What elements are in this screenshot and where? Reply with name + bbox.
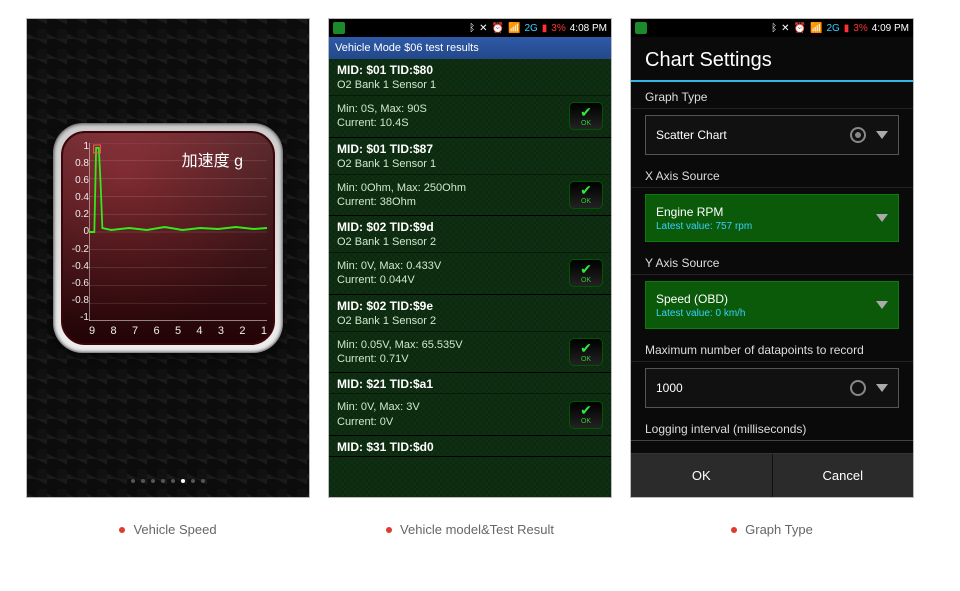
result-values: Min: 0V, Max: 0.433V Current: 0.044V ✔OK: [329, 252, 611, 294]
result-group[interactable]: MID: $02 TID:$9d O2 Bank 1 Sensor 2 Min:…: [329, 216, 611, 295]
clock: 4:08 PM: [570, 23, 607, 34]
phone-vehicle-speed: 加速度 g 10.8 0.60.4 0.20 -0.2-0.4 -0.6-0.8…: [26, 18, 310, 498]
chevron-down-icon: [876, 301, 888, 309]
ok-badge: ✔OK: [569, 259, 603, 287]
result-group[interactable]: MID: $02 TID:$9e O2 Bank 1 Sensor 2 Min:…: [329, 295, 611, 374]
ok-button[interactable]: OK: [631, 454, 773, 497]
y-axis-latest: Latest value: 0 km/h: [656, 308, 746, 319]
result-group[interactable]: MID: $01 TID:$87 O2 Bank 1 Sensor 1 Min:…: [329, 138, 611, 217]
result-group[interactable]: MID: $31 TID:$d0: [329, 436, 611, 457]
caption-test-result: Vehicle model&Test Result: [328, 522, 612, 537]
phone-test-results: ᛒ ✕ ⏰ 📶 2G ▮ 3% 4:08 PM Vehicle Mode $06…: [328, 18, 612, 498]
result-values: Min: 0S, Max: 90S Current: 10.4S ✔OK: [329, 95, 611, 137]
bullet-icon: [386, 527, 392, 533]
network-label: 2G: [826, 23, 839, 34]
max-points-select[interactable]: 1000: [645, 368, 899, 408]
caption-vehicle-speed: Vehicle Speed: [26, 522, 310, 537]
signal-icon: 📶: [810, 23, 822, 34]
result-head: MID: $02 TID:$9d: [329, 216, 611, 236]
bullet-icon: [731, 527, 737, 533]
result-head: MID: $01 TID:$80: [329, 59, 611, 79]
ok-badge: ✔OK: [569, 401, 603, 429]
radio-icon: [850, 380, 866, 396]
screen-title: Vehicle Mode $06 test results: [329, 37, 611, 59]
battery-pct: 3%: [551, 23, 565, 34]
max-points-value: 1000: [656, 381, 850, 395]
x-axis-value: Engine RPM: [656, 205, 723, 219]
clock: 4:09 PM: [872, 23, 909, 34]
dialog-title: Chart Settings: [631, 37, 913, 82]
bullet-icon: [119, 527, 125, 533]
app-icon: [635, 22, 647, 34]
alarm-icon: ⏰: [794, 23, 806, 34]
label-max-points: Maximum number of datapoints to record: [631, 335, 913, 362]
result-head: MID: $21 TID:$a1: [329, 373, 611, 393]
ok-badge: ✔OK: [569, 102, 603, 130]
result-head: MID: $02 TID:$9e: [329, 295, 611, 315]
dialog-buttons: OK Cancel: [631, 453, 913, 497]
result-values: Min: 0Ohm, Max: 250Ohm Current: 38Ohm ✔O…: [329, 174, 611, 216]
battery-icon: ▮: [844, 23, 850, 34]
chevron-down-icon: [876, 214, 888, 222]
label-x-axis: X Axis Source: [631, 161, 913, 188]
result-subhead: O2 Bank 1 Sensor 2: [329, 236, 611, 252]
phone-chart-settings: ᛒ ✕ ⏰ 📶 2G ▮ 3% 4:09 PM Chart Settings G…: [630, 18, 914, 498]
result-subhead: O2 Bank 1 Sensor 1: [329, 158, 611, 174]
status-bar: ᛒ ✕ ⏰ 📶 2G ▮ 3% 4:09 PM: [631, 19, 913, 37]
y-axis-value: Speed (OBD): [656, 292, 728, 306]
graph-type-value: Scatter Chart: [656, 128, 850, 142]
label-graph-type: Graph Type: [631, 82, 913, 109]
label-y-axis: Y Axis Source: [631, 248, 913, 275]
battery-pct: 3%: [853, 23, 867, 34]
label-interval: Logging interval (milliseconds): [631, 414, 913, 441]
x-axis-ticks: 98 76 54 32 1: [89, 325, 267, 337]
signal-icon: 📶: [508, 23, 520, 34]
vibrate-icon: ✕: [781, 23, 789, 34]
caption-graph-type: Graph Type: [630, 522, 914, 537]
results-list[interactable]: MID: $01 TID:$80 O2 Bank 1 Sensor 1 Min:…: [329, 59, 611, 497]
cancel-button[interactable]: Cancel: [773, 454, 914, 497]
y-axis-ticks: 10.8 0.60.4 0.20 -0.2-0.4 -0.6-0.8 -1: [67, 141, 89, 323]
x-axis-select[interactable]: Engine RPM Latest value: 757 rpm: [645, 194, 899, 242]
result-subhead: O2 Bank 1 Sensor 1: [329, 79, 611, 95]
result-subhead: O2 Bank 1 Sensor 2: [329, 315, 611, 331]
app-icon: [333, 22, 345, 34]
bluetooth-icon: ᛒ: [771, 23, 777, 34]
chevron-down-icon: [876, 131, 888, 139]
result-head: MID: $31 TID:$d0: [329, 436, 611, 456]
result-head: MID: $01 TID:$87: [329, 138, 611, 158]
page-indicator: [27, 479, 309, 483]
result-group[interactable]: MID: $21 TID:$a1 Min: 0V, Max: 3V Curren…: [329, 373, 611, 436]
vibrate-icon: ✕: [479, 23, 487, 34]
network-label: 2G: [524, 23, 537, 34]
graph-type-select[interactable]: Scatter Chart: [645, 115, 899, 155]
gauge-card: 加速度 g 10.8 0.60.4 0.20 -0.2-0.4 -0.6-0.8…: [53, 123, 283, 353]
status-bar: ᛒ ✕ ⏰ 📶 2G ▮ 3% 4:08 PM: [329, 19, 611, 37]
battery-icon: ▮: [542, 23, 548, 34]
bluetooth-icon: ᛒ: [469, 23, 475, 34]
alarm-icon: ⏰: [492, 23, 504, 34]
x-axis-latest: Latest value: 757 rpm: [656, 221, 752, 232]
result-values: Min: 0.05V, Max: 65.535V Current: 0.71V …: [329, 331, 611, 373]
chevron-down-icon: [876, 384, 888, 392]
result-values: Min: 0V, Max: 3V Current: 0V ✔OK: [329, 393, 611, 435]
y-axis-select[interactable]: Speed (OBD) Latest value: 0 km/h: [645, 281, 899, 329]
radio-icon: [850, 127, 866, 143]
result-group[interactable]: MID: $01 TID:$80 O2 Bank 1 Sensor 1 Min:…: [329, 59, 611, 138]
ok-badge: ✔OK: [569, 338, 603, 366]
line-plot: [89, 143, 267, 321]
ok-badge: ✔OK: [569, 181, 603, 209]
